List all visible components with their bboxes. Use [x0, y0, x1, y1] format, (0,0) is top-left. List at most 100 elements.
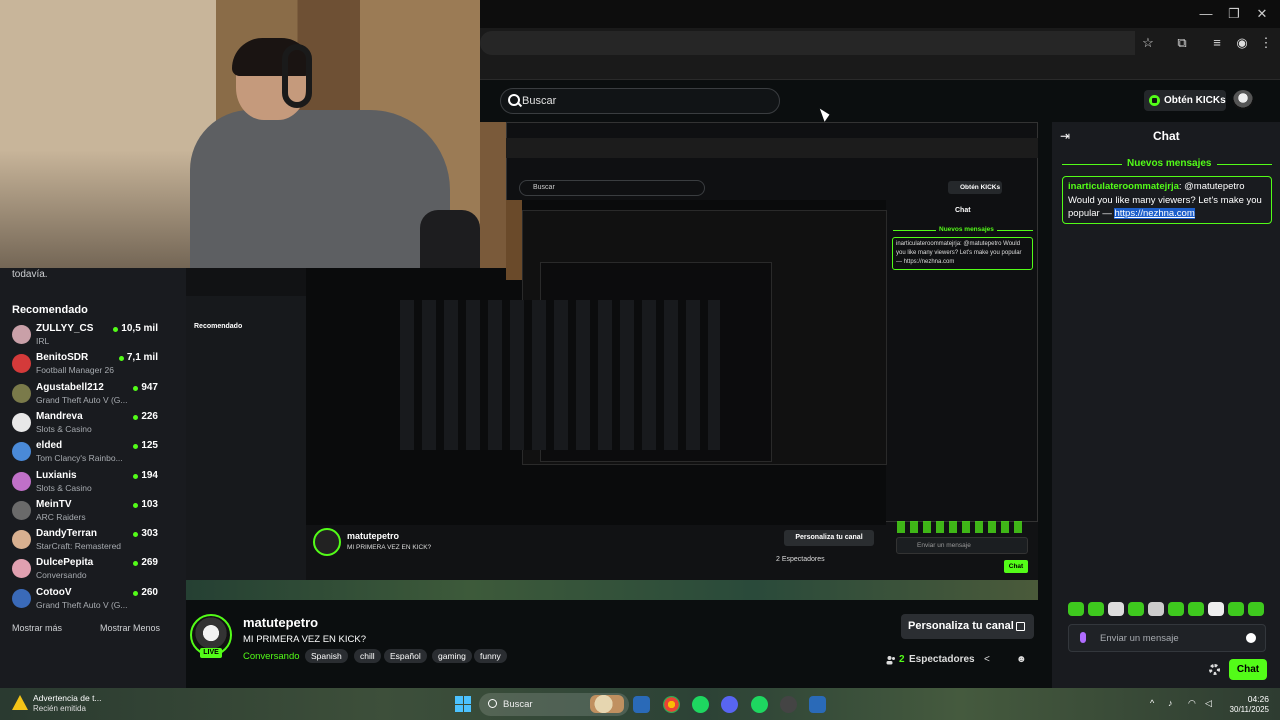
sidebar-channel-item[interactable]: ZULLYY_CS IRL 10,5 mil [0, 322, 186, 351]
sidebar-channel-item[interactable]: elded Tom Clancy's Rainbo... 125 [0, 439, 186, 468]
nested-chat-message: inarticulateroommatejrja: @matutepetro W… [892, 237, 1033, 270]
nested-video-tunnel [400, 300, 720, 450]
tag-gaming[interactable]: gaming [432, 649, 472, 663]
channel-viewers: 269 [141, 557, 158, 569]
clock-time[interactable]: 04:26 [1221, 694, 1269, 704]
channel-avatar [12, 530, 31, 550]
profile-icon[interactable]: ◉ [1232, 33, 1252, 53]
emote[interactable] [1088, 602, 1104, 616]
chat-message-user[interactable]: inarticulateroommatejrja [1068, 181, 1179, 192]
channel-viewers: 260 [141, 586, 158, 598]
channel-category: Football Manager 26 [36, 365, 114, 376]
emote[interactable] [1228, 602, 1244, 616]
live-dot-icon [133, 385, 139, 391]
volume-icon[interactable]: ◁ [1205, 698, 1215, 708]
nested-stream-title: MI PRIMERA VEZ EN KICK? [347, 544, 432, 551]
channel-name: BenitoSDR [36, 352, 89, 364]
channel-category: Slots & Casino [36, 423, 92, 434]
streamer-name[interactable]: matutepetro [243, 615, 318, 630]
microphone-tray-icon[interactable]: ♪ [1168, 698, 1178, 708]
spotify-app-icon[interactable] [692, 696, 709, 713]
emote[interactable] [1188, 602, 1204, 616]
show-less-link[interactable]: Mostrar Menos [100, 623, 160, 633]
emoji-icon[interactable] [1246, 633, 1256, 643]
mic-icon[interactable] [1080, 632, 1086, 643]
nested-chat-button: Chat [1004, 560, 1028, 573]
sidebar-channel-item[interactable]: DulcePepita Conversando 269 [0, 556, 186, 585]
stream-category[interactable]: Conversando [243, 651, 300, 662]
channel-category: Grand Theft Auto V (G... [36, 599, 128, 610]
media-control-icon[interactable]: ≡ [1207, 33, 1227, 53]
emote[interactable] [1208, 602, 1224, 616]
sidebar-channel-item[interactable]: Mandreva Slots & Casino 226 [0, 410, 186, 439]
chat-message-link[interactable]: https://nezhna.com [1114, 208, 1195, 219]
url-field[interactable] [480, 31, 1135, 55]
emote[interactable] [1108, 602, 1124, 616]
wifi-icon[interactable]: ◠ [1188, 698, 1198, 708]
chat-send-button[interactable]: Chat [1229, 659, 1267, 680]
browser-menu-icon[interactable]: ⋮ [1256, 33, 1276, 53]
tray-chevron-icon[interactable]: ^ [1150, 698, 1160, 708]
emote[interactable] [1148, 602, 1164, 616]
sidebar-channel-item[interactable]: Agustabell212 Grand Theft Auto V (G... 947 [0, 381, 186, 410]
steam-app-icon-2[interactable] [809, 696, 826, 713]
channel-name: Luxianis [36, 469, 77, 481]
tag-espanol[interactable]: Español [384, 649, 427, 663]
channel-avatar [12, 588, 31, 608]
follow-user-icon[interactable]: ☻ [1016, 654, 1028, 665]
chrome-app-icon[interactable] [663, 696, 680, 713]
emote[interactable] [1128, 602, 1144, 616]
nested-viewers: 2 Espectadores [776, 556, 825, 563]
chat-message: inarticulateroommatejrja: @matutepetro W… [1062, 176, 1272, 224]
close-window-button[interactable]: ✕ [1248, 4, 1276, 24]
viewers-count: 2 [899, 654, 905, 665]
sidebar-channel-item[interactable]: CotooV Grand Theft Auto V (G... 260 [0, 586, 186, 615]
tag-spanish[interactable]: Spanish [305, 649, 348, 663]
collapse-chat-icon[interactable]: ⇥ [1060, 130, 1074, 142]
nested-chat-input: Enviar un mensaje [896, 537, 1028, 554]
tag-chill[interactable]: chill [354, 649, 381, 663]
recommended-title: Recomendado [12, 304, 88, 316]
notification-title[interactable]: Advertencia de t... [33, 693, 102, 703]
maximize-button[interactable]: ❐ [1220, 4, 1248, 24]
webcam-wood-strip-2 [506, 200, 522, 280]
channel-viewers: 103 [141, 498, 158, 510]
channel-viewers: 7,1 mil [126, 352, 158, 364]
spotify-app-icon-2[interactable] [751, 696, 768, 713]
channel-name: CotooV [36, 586, 72, 598]
emote[interactable] [1248, 602, 1264, 616]
sidebar-channel-item[interactable]: DandyTerran StarCraft: Remastered 303 [0, 527, 186, 556]
show-more-link[interactable]: Mostrar más [12, 623, 62, 633]
notification-subtitle: Recién emitida [33, 704, 86, 713]
viewers-icon [886, 656, 895, 665]
gear-icon[interactable] [1209, 664, 1220, 675]
steam-app-icon[interactable] [633, 696, 650, 713]
channel-category: Grand Theft Auto V (G... [36, 394, 128, 405]
channel-viewers: 303 [141, 528, 158, 540]
channel-viewers: 125 [141, 440, 158, 452]
sidebar-channel-item[interactable]: MeinTV ARC Raiders 103 [0, 498, 186, 527]
clock-date[interactable]: 30/11/2025 [1221, 705, 1269, 714]
webcam-wood-strip [480, 122, 506, 268]
channel-avatar [12, 500, 31, 520]
sidebar-channel-item[interactable]: Luxianis Slots & Casino 194 [0, 469, 186, 498]
extensions-icon[interactable]: ⧉ [1172, 33, 1192, 53]
search-placeholder: Buscar [522, 95, 557, 107]
emote[interactable] [1068, 602, 1084, 616]
discord-app-icon[interactable] [721, 696, 738, 713]
emote[interactable] [1168, 602, 1184, 616]
user-avatar[interactable] [1233, 90, 1253, 110]
tag-funny[interactable]: funny [474, 649, 507, 663]
channel-avatar [12, 442, 31, 462]
start-button[interactable] [455, 696, 471, 712]
nested-address-bar [506, 138, 1038, 158]
minimize-button[interactable]: — [1192, 4, 1220, 24]
nested-personaliza-button: Personaliza tu canal [784, 530, 874, 546]
channel-name: elded [36, 440, 63, 452]
channel-category: Tom Clancy's Rainbo... [36, 453, 123, 464]
sidebar-channel-item[interactable]: BenitoSDR Football Manager 26 7,1 mil [0, 351, 186, 380]
share-icon[interactable]: < [984, 654, 995, 665]
personaliza-canal-button[interactable]: Personaliza tu canal [901, 614, 1034, 639]
obs-app-icon[interactable] [780, 696, 797, 713]
bookmark-star-icon[interactable]: ☆ [1138, 33, 1158, 53]
